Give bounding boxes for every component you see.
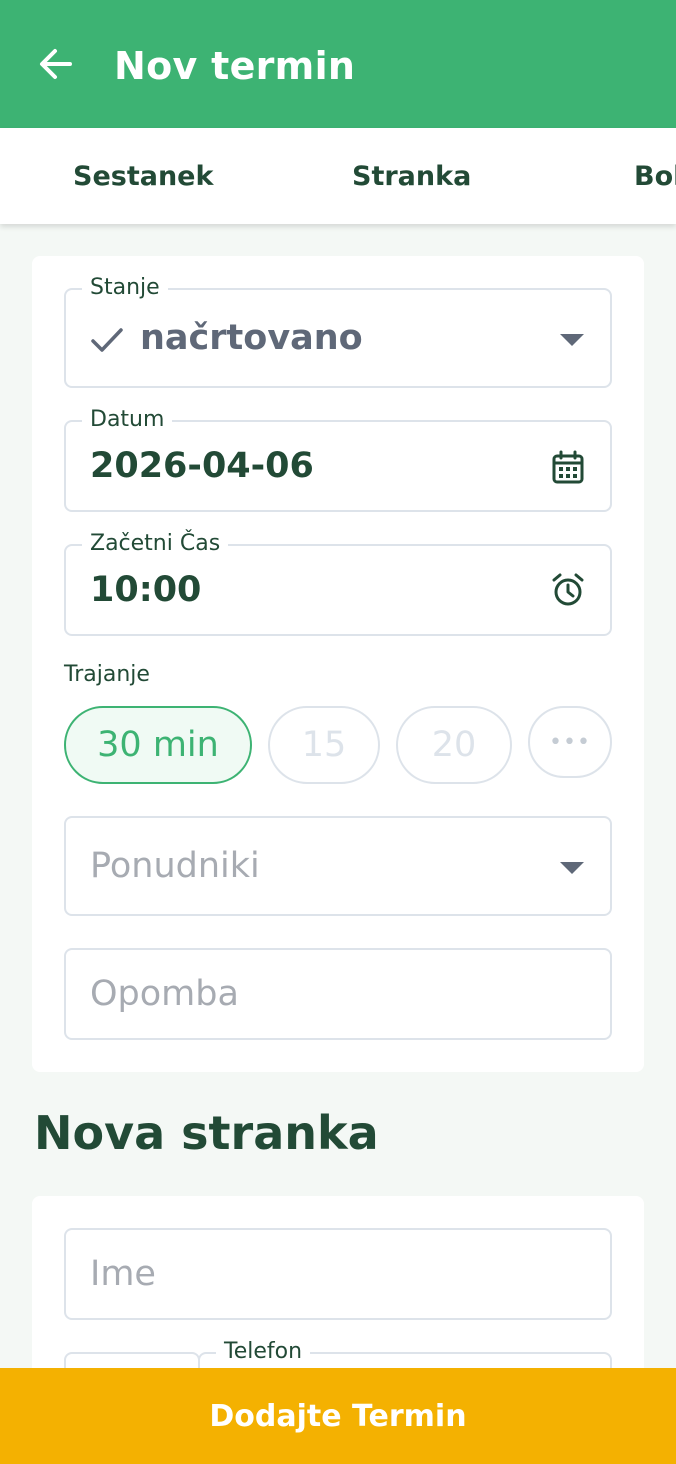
note-placeholder: Opomba <box>90 974 239 1014</box>
name-input[interactable]: Ime <box>64 1228 612 1320</box>
tab-sestanek[interactable]: Sestanek <box>73 128 213 224</box>
new-client-title: Nova stranka <box>34 1106 379 1160</box>
caret-down-icon <box>560 862 584 874</box>
back-button[interactable] <box>32 40 80 88</box>
status-value: načrtovano <box>140 318 363 358</box>
tab-stranka[interactable]: Stranka <box>352 128 471 224</box>
alarm-clock-icon[interactable] <box>550 572 586 608</box>
name-placeholder: Ime <box>90 1254 156 1294</box>
start-time-value: 10:00 <box>90 570 202 610</box>
note-input[interactable]: Opomba <box>64 948 612 1040</box>
status-select[interactable]: Stanje načrtovano <box>64 274 612 388</box>
date-value: 2026-04-06 <box>90 446 314 486</box>
caret-down-icon <box>560 334 584 346</box>
duration-more-button[interactable]: ••• <box>528 706 612 778</box>
duration-chip-15[interactable]: 15 <box>268 706 380 784</box>
phone-label: Telefon <box>216 1338 311 1366</box>
app-bar: Nov termin <box>0 0 676 128</box>
start-time-label: Začetni Čas <box>82 530 229 558</box>
duration-chip-20[interactable]: 20 <box>396 706 512 784</box>
tab-bar: Sestanek Stranka Bol <box>0 128 676 224</box>
duration-label: Trajanje <box>64 662 150 687</box>
duration-chip-30[interactable]: 30 min <box>64 706 252 784</box>
status-label: Stanje <box>82 274 168 302</box>
page-title: Nov termin <box>114 44 356 88</box>
check-icon <box>91 328 123 352</box>
providers-select[interactable]: Ponudniki <box>64 816 612 916</box>
date-field[interactable]: Datum 2026-04-06 <box>64 406 612 512</box>
start-time-field[interactable]: Začetni Čas 10:00 <box>64 530 612 636</box>
tab-bol[interactable]: Bol <box>634 128 676 224</box>
calendar-icon[interactable] <box>552 450 584 484</box>
date-label: Datum <box>82 406 173 434</box>
providers-placeholder: Ponudniki <box>90 846 260 886</box>
arrow-left-icon <box>40 49 72 79</box>
add-appointment-button[interactable]: Dodajte Termin <box>0 1368 676 1464</box>
